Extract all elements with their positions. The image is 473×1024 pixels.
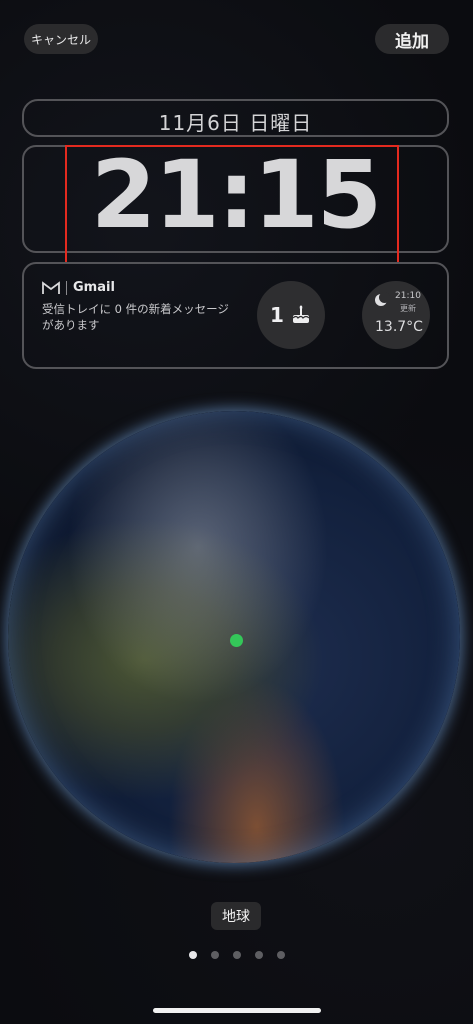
gmail-separator xyxy=(66,280,67,295)
birthday-count: 1 xyxy=(270,303,284,327)
cancel-button[interactable]: キャンセル xyxy=(24,24,98,54)
page-dot[interactable] xyxy=(254,951,263,959)
weather-temperature: 13.7°C xyxy=(375,319,423,335)
add-button[interactable]: 追加 xyxy=(375,24,449,54)
gmail-title: Gmail xyxy=(73,280,115,295)
page-dot[interactable] xyxy=(188,951,197,959)
home-indicator[interactable] xyxy=(153,1008,321,1013)
gmail-widget[interactable]: Gmail 受信トレイに 0 件の新着メッセージがあります xyxy=(42,280,232,333)
page-indicator[interactable] xyxy=(0,951,473,959)
date-widget-frame[interactable]: 11月6日 日曜日 xyxy=(22,99,449,137)
cake-icon xyxy=(292,305,310,323)
weather-update-label: 更新 xyxy=(400,304,416,313)
time-highlight-box xyxy=(65,145,399,264)
gmail-message: 受信トレイに 0 件の新着メッセージがあります xyxy=(42,302,229,332)
gmail-icon xyxy=(42,280,60,294)
birthday-widget[interactable]: 1 xyxy=(257,281,325,349)
weather-widget[interactable]: 21:10 更新 13.7°C xyxy=(362,281,430,349)
page-dot[interactable] xyxy=(276,951,285,959)
moon-icon xyxy=(375,292,390,306)
location-dot xyxy=(230,634,243,647)
page-dot[interactable] xyxy=(232,951,241,959)
weather-time: 21:10 xyxy=(395,291,421,301)
widgets-frame[interactable]: Gmail 受信トレイに 0 件の新着メッセージがあります 1 21:10 更新… xyxy=(22,262,449,369)
wallpaper-name-label: 地球 xyxy=(211,902,261,930)
date-label: 11月6日 日曜日 xyxy=(158,111,313,135)
page-dot[interactable] xyxy=(210,951,219,959)
